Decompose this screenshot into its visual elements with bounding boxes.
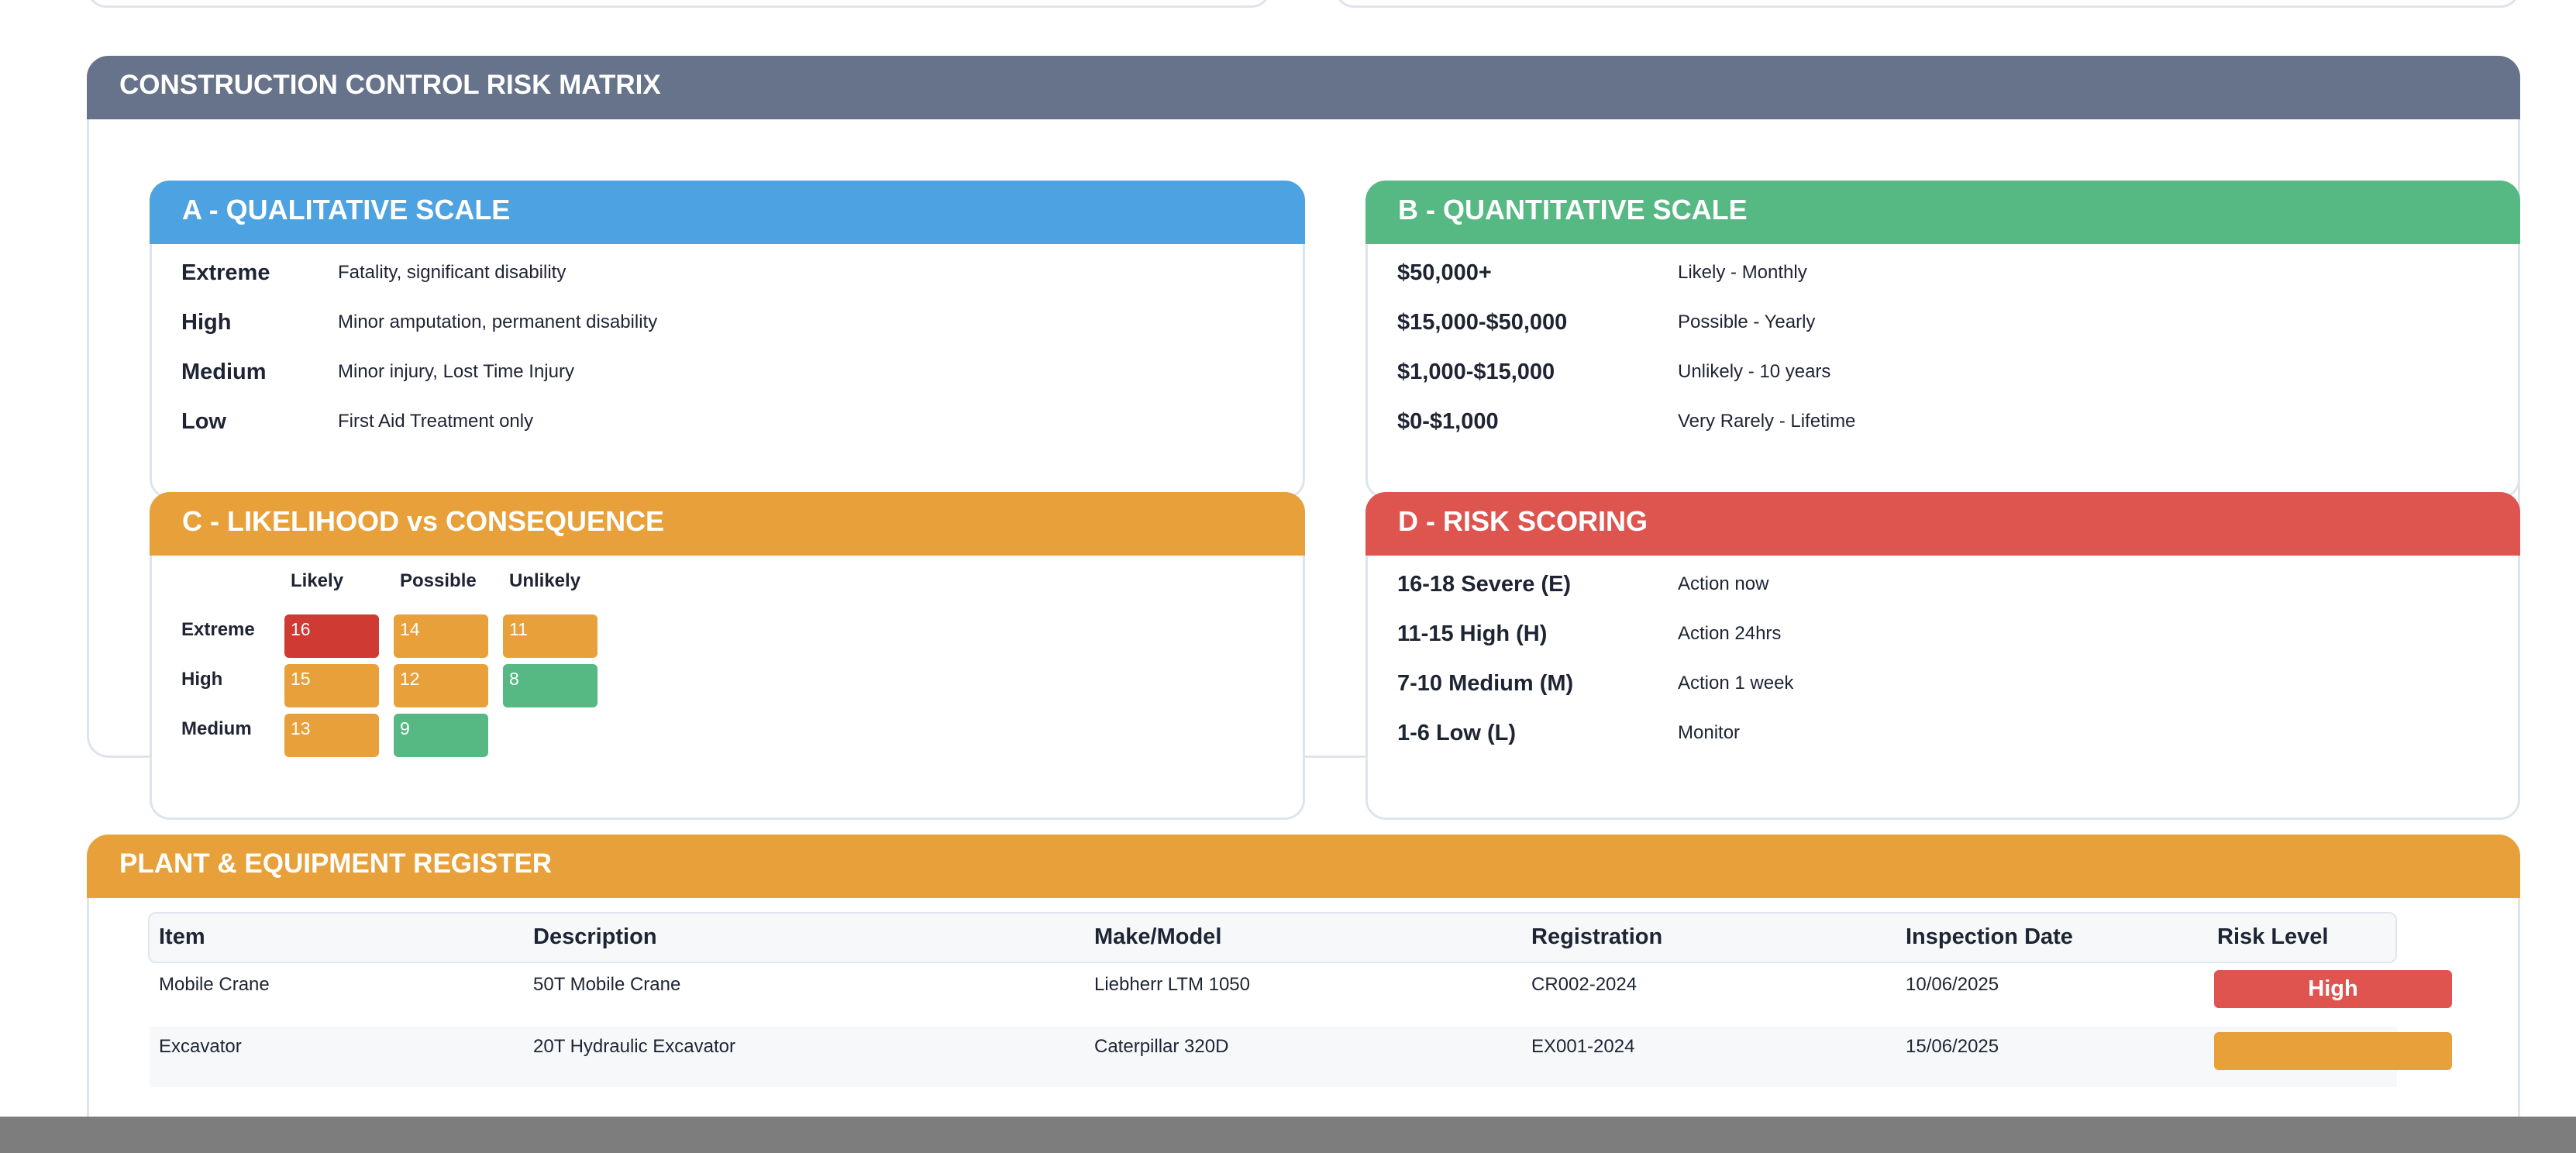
- risk-level-badge: [2214, 1032, 2452, 1070]
- table-row[interactable]: [150, 1027, 2397, 1087]
- scoring-row: 11-15 High (H) Action 24hrs: [1368, 611, 2518, 660]
- scoring-action: Monitor: [1678, 722, 1741, 743]
- row-header-medium: Medium: [181, 718, 252, 739]
- bottom-bar: [0, 1117, 2576, 1153]
- equipment-register-title: PLANT & EQUIPMENT REGISTER: [119, 848, 553, 879]
- scale-term: $1,000-$15,000: [1397, 360, 1555, 384]
- cell-item: Mobile Crane: [159, 974, 270, 995]
- cell-item: Excavator: [159, 1036, 242, 1057]
- scale-description: First Aid Treatment only: [338, 411, 534, 432]
- scoring-row: 7-10 Medium (M) Action 1 week: [1368, 660, 2518, 710]
- scale-row: Medium Minor injury, Lost Time Injury: [152, 349, 1303, 398]
- previous-card-left: [87, 0, 1271, 8]
- qualitative-scale-card: A - QUALITATIVE SCALE Extreme Fatality, s…: [150, 181, 1305, 499]
- scale-description: Unlikely - 10 years: [1678, 361, 1831, 382]
- risk-scoring-card: D - RISK SCORING 16-18 Severe (E) Action …: [1365, 492, 2520, 820]
- quantitative-scale-title: B - QUANTITATIVE SCALE: [1398, 194, 1748, 225]
- risk-scoring-title: D - RISK SCORING: [1398, 505, 1648, 537]
- likelihood-consequence-card: C - LIKELIHOOD vs CONSEQUENCE Likely Pos…: [150, 492, 1305, 820]
- cell-make-model: Liebherr LTM 1050: [1094, 974, 1250, 995]
- scoring-action: Action 1 week: [1678, 673, 1794, 694]
- scale-row: Extreme Fatality, significant disability: [152, 250, 1303, 299]
- scale-term: Medium: [181, 360, 267, 384]
- qualitative-scale-header: A - QUALITATIVE SCALE: [150, 181, 1305, 244]
- column-header-inspection-date: Inspection Date: [1906, 924, 2073, 949]
- scoring-term: 11-15 High (H): [1397, 621, 1548, 646]
- scoring-term: 16-18 Severe (E): [1397, 572, 1572, 597]
- quantitative-scale-card: B - QUANTITATIVE SCALE $50,000+ Likely - …: [1365, 181, 2520, 499]
- column-header-make-model: Make/Model: [1094, 924, 1222, 949]
- column-header-likely: Likely: [291, 570, 344, 591]
- matrix-cell-medium: 8: [503, 664, 598, 707]
- likelihood-consequence-header: C - LIKELIHOOD vs CONSEQUENCE: [150, 492, 1305, 556]
- column-header-item: Item: [159, 924, 205, 949]
- scale-term: Extreme: [181, 260, 270, 285]
- scoring-action: Action now: [1678, 573, 1769, 594]
- risk-matrix-title: CONSTRUCTION CONTROL RISK MATRIX: [119, 70, 661, 100]
- scale-row: $0-$1,000 Very Rarely - Lifetime: [1368, 398, 2518, 448]
- risk-level-badge: High: [2214, 970, 2452, 1008]
- scoring-row: 16-18 Severe (E) Action now: [1368, 561, 2518, 611]
- cell-description: 50T Mobile Crane: [533, 974, 681, 995]
- matrix-cell-high: 14: [394, 614, 488, 658]
- quantitative-scale-header: B - QUANTITATIVE SCALE: [1365, 181, 2520, 244]
- column-header-registration: Registration: [1531, 924, 1663, 949]
- column-header-description: Description: [533, 924, 657, 949]
- scale-row: $1,000-$15,000 Unlikely - 10 years: [1368, 349, 2518, 398]
- cell-registration: CR002-2024: [1531, 974, 1638, 995]
- scale-term: $15,000-$50,000: [1397, 310, 1568, 335]
- scoring-action: Action 24hrs: [1678, 623, 1782, 644]
- matrix-cell-severe: 16: [284, 614, 379, 658]
- scoring-term: 7-10 Medium (M): [1397, 671, 1574, 696]
- scale-term: High: [181, 310, 232, 335]
- scale-description: Likely - Monthly: [1678, 262, 1807, 283]
- scale-description: Minor injury, Lost Time Injury: [338, 361, 574, 382]
- scale-term: $0-$1,000: [1397, 409, 1499, 434]
- column-header-risk-level: Risk Level: [2217, 924, 2329, 949]
- row-header-high: High: [181, 669, 223, 690]
- equipment-register-header: PLANT & EQUIPMENT REGISTER: [87, 835, 2520, 898]
- matrix-cell-high: 15: [284, 664, 379, 707]
- matrix-cell-medium: 9: [394, 714, 488, 757]
- cell-description: 20T Hydraulic Excavator: [533, 1036, 735, 1057]
- scale-description: Fatality, significant disability: [338, 262, 567, 283]
- scale-row: Low First Aid Treatment only: [152, 398, 1303, 448]
- scale-description: Minor amputation, permanent disability: [338, 311, 658, 332]
- matrix-cell-high: 12: [394, 664, 488, 707]
- cell-inspection-date: 15/06/2025: [1906, 1036, 1999, 1057]
- table-row[interactable]: [150, 965, 2397, 1025]
- risk-scoring-header: D - RISK SCORING: [1365, 492, 2520, 556]
- previous-card-right: [1334, 0, 2520, 8]
- cell-inspection-date: 10/06/2025: [1906, 974, 1999, 995]
- scale-row: High Minor amputation, permanent disabili…: [152, 299, 1303, 349]
- likelihood-consequence-title: C - LIKELIHOOD vs CONSEQUENCE: [182, 505, 665, 537]
- column-header-possible: Possible: [400, 570, 477, 591]
- matrix-cell-high: 11: [503, 614, 598, 658]
- cell-make-model: Caterpillar 320D: [1094, 1036, 1229, 1057]
- scale-row: $50,000+ Likely - Monthly: [1368, 250, 2518, 299]
- matrix-cell-high: 13: [284, 714, 379, 757]
- qualitative-scale-title: A - QUALITATIVE SCALE: [182, 194, 511, 225]
- scale-description: Possible - Yearly: [1678, 311, 1816, 332]
- scale-term: Low: [181, 409, 226, 434]
- scoring-term: 1-6 Low (L): [1397, 721, 1517, 745]
- scale-row: $15,000-$50,000 Possible - Yearly: [1368, 299, 2518, 349]
- scale-description: Very Rarely - Lifetime: [1678, 411, 1856, 432]
- cell-registration: EX001-2024: [1531, 1036, 1635, 1057]
- row-header-extreme: Extreme: [181, 619, 255, 640]
- risk-matrix-header: CONSTRUCTION CONTROL RISK MATRIX: [87, 56, 2520, 119]
- scoring-row: 1-6 Low (L) Monitor: [1368, 710, 2518, 759]
- column-header-unlikely: Unlikely: [509, 570, 581, 591]
- scale-term: $50,000+: [1397, 260, 1492, 285]
